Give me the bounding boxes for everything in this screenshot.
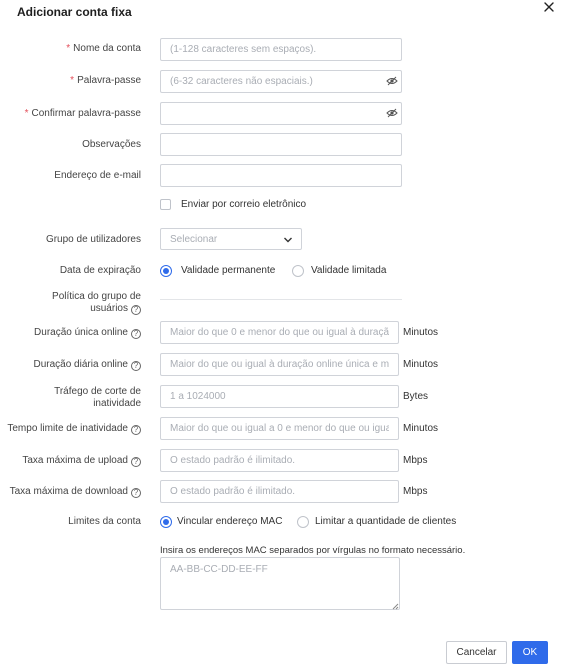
max-download-input[interactable] (160, 480, 399, 503)
help-icon[interactable]: ? (131, 361, 141, 371)
max-upload-unit: Mbps (403, 455, 428, 466)
help-icon[interactable]: ? (131, 488, 141, 498)
bind-mac-radio[interactable] (160, 516, 172, 528)
idle-timeout-label: Tempo limite de inatividade? (7, 423, 141, 435)
limit-clients-label: Limitar a quantidade de clientes (315, 516, 457, 527)
cancel-button[interactable]: Cancelar (446, 641, 507, 664)
password-input[interactable] (160, 70, 402, 93)
user-group-select-placeholder: Selecionar (170, 234, 218, 245)
expiration-permanent-label: Validade permanente (181, 265, 276, 276)
notes-label: Observações (82, 139, 141, 150)
idle-timeout-input[interactable] (160, 417, 399, 440)
group-policy-label: Política do grupo de usuários? (52, 291, 141, 315)
max-download-label: Taxa máxima de download? (10, 486, 141, 498)
idle-cutoff-traffic-label: Tráfego de corte de inatividade (54, 386, 141, 409)
account-name-label: * Nome da conta (66, 43, 141, 54)
help-icon[interactable]: ? (131, 329, 141, 339)
limit-clients-radio[interactable] (297, 516, 309, 528)
mac-hint: Insira os endereços MAC separados por ví… (160, 545, 466, 556)
account-name-input[interactable] (160, 38, 402, 61)
email-input[interactable] (160, 164, 402, 187)
password-visibility-icon[interactable] (386, 76, 398, 86)
bind-mac-label: Vincular endereço MAC (177, 516, 283, 527)
max-download-unit: Mbps (403, 486, 428, 497)
daily-duration-input[interactable] (160, 353, 399, 376)
confirm-password-input[interactable] (160, 102, 402, 125)
email-label: Endereço de e-mail (54, 170, 141, 181)
notes-input[interactable] (160, 133, 402, 156)
password-label: * Palavra-passe (70, 75, 141, 86)
expiration-label: Data de expiração (59, 265, 141, 276)
send-email-checkbox[interactable] (160, 199, 171, 210)
expiration-permanent-radio[interactable] (160, 265, 172, 277)
ok-button[interactable]: OK (512, 641, 548, 664)
expiration-limited-radio[interactable] (292, 265, 304, 277)
idle-timeout-unit: Minutos (403, 423, 439, 434)
idle-cutoff-traffic-unit: Bytes (403, 391, 429, 402)
daily-duration-label: Duração diária online? (33, 359, 141, 371)
close-icon[interactable] (542, 0, 556, 14)
max-upload-label: Taxa máxima de upload? (22, 455, 141, 467)
daily-duration-unit: Minutos (403, 359, 439, 370)
group-policy-divider (160, 299, 402, 300)
resize-grip-icon[interactable] (391, 601, 399, 610)
idle-cutoff-traffic-input[interactable] (160, 385, 399, 408)
single-duration-input[interactable] (160, 321, 399, 344)
single-duration-unit: Minutos (403, 327, 439, 338)
account-limits-label: Limites da conta (68, 516, 141, 527)
user-group-select[interactable]: Selecionar (160, 228, 302, 250)
chevron-down-icon (283, 235, 293, 247)
mac-addresses-textarea[interactable] (160, 557, 400, 610)
single-duration-label: Duração única online? (34, 327, 141, 339)
expiration-limited-label: Validade limitada (311, 265, 387, 276)
help-icon[interactable]: ? (131, 457, 141, 467)
dialog-title: Adicionar conta fixa (17, 5, 132, 19)
add-fixed-account-dialog: Adicionar conta fixa *Nome da conta *Pal… (0, 0, 574, 669)
help-icon[interactable]: ? (131, 425, 141, 435)
confirm-password-label: * Confirmar palavra-passe (24, 108, 141, 119)
help-icon[interactable]: ? (131, 305, 141, 315)
confirm-password-visibility-icon[interactable] (386, 108, 398, 118)
send-email-label: Enviar por correio eletrônico (181, 199, 307, 210)
user-group-label: Grupo de utilizadores (45, 234, 141, 245)
max-upload-input[interactable] (160, 449, 399, 472)
